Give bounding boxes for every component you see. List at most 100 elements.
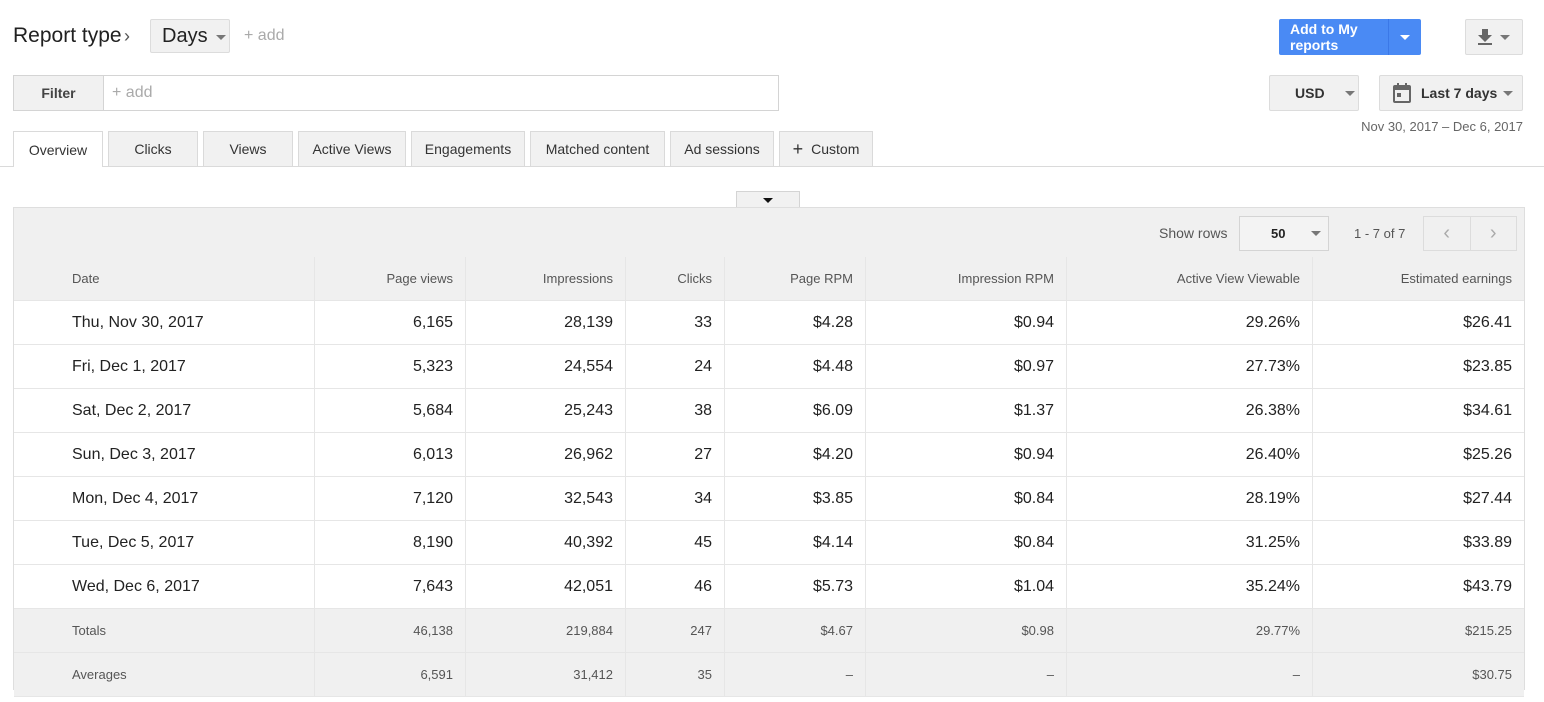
tab-label: Custom [811, 141, 860, 157]
cell-page-views: 7,120 [314, 476, 466, 521]
tab-ad-sessions[interactable]: Ad sessions [670, 131, 774, 166]
averages-cell: 31,412 [465, 652, 626, 697]
column-header-impressions[interactable]: Impressions [465, 257, 626, 301]
chevron-right-icon: › [124, 26, 130, 46]
filter-label: Filter [14, 76, 104, 110]
caret-down-icon [1503, 90, 1514, 96]
table-row: Wed, Dec 6, 2017 7,643 42,051 46 $5.73 $1.04 3… [14, 564, 1524, 609]
cell-page-rpm: $4.48 [724, 344, 866, 389]
tab-label: Active Views [312, 141, 392, 157]
cell-date: Mon, Dec 4, 2017 [14, 476, 315, 521]
cell-clicks: 46 [625, 564, 725, 609]
download-icon [1478, 29, 1492, 45]
averages-cell: 6,591 [314, 652, 466, 697]
add-to-reports-dropdown[interactable] [1389, 19, 1421, 55]
date-range-dropdown[interactable]: Last 7 days [1379, 75, 1523, 111]
add-to-reports-split-button: Add to My reports [1279, 19, 1421, 55]
cell-estimated-earnings: $23.85 [1312, 344, 1524, 389]
tab-custom[interactable]: + Custom [779, 131, 873, 166]
tab-matched-content[interactable]: Matched content [530, 131, 665, 166]
report-table-panel: Show rows 50 1 - 7 of 7 ‹ › Date Page vi… [13, 207, 1525, 697]
caret-down-icon [1311, 231, 1322, 236]
totals-cell: $0.98 [865, 608, 1067, 653]
cell-page-rpm: $4.28 [724, 300, 866, 345]
next-page-button[interactable]: › [1471, 217, 1517, 250]
cell-impressions: 40,392 [465, 520, 626, 565]
totals-cell: $215.25 [1312, 608, 1524, 653]
cell-date: Sun, Dec 3, 2017 [14, 432, 315, 477]
tab-label: Engagements [424, 141, 512, 157]
cell-impression-rpm: $0.97 [865, 344, 1067, 389]
totals-cell: 46,138 [314, 608, 466, 653]
cell-estimated-earnings: $43.79 [1312, 564, 1524, 609]
averages-cell: $30.75 [1312, 652, 1524, 697]
tab-overview[interactable]: Overview [13, 131, 103, 167]
column-header-active-view-viewable[interactable]: Active View Viewable [1066, 257, 1313, 301]
chevron-right-icon: › [1489, 222, 1497, 244]
cell-page-views: 6,165 [314, 300, 466, 345]
cell-page-rpm: $4.20 [724, 432, 866, 477]
cell-date: Wed, Dec 6, 2017 [14, 564, 315, 609]
column-header-page-rpm[interactable]: Page RPM [724, 257, 866, 301]
cell-impressions: 28,139 [465, 300, 626, 345]
caret-down-icon [1344, 90, 1355, 96]
download-button[interactable] [1465, 19, 1523, 55]
cell-page-views: 5,684 [314, 388, 466, 433]
report-table: Date Page views Impressions Clicks Page … [14, 257, 1524, 697]
chevron-left-icon: ‹ [1443, 222, 1451, 244]
table-header-row: Date Page views Impressions Clicks Page … [14, 257, 1524, 301]
cell-page-views: 6,013 [314, 432, 466, 477]
column-header-date[interactable]: Date [14, 257, 315, 301]
cell-estimated-earnings: $34.61 [1312, 388, 1524, 433]
cell-impressions: 42,051 [465, 564, 626, 609]
date-preset-label: Last 7 days [1421, 85, 1498, 101]
column-header-page-views[interactable]: Page views [314, 257, 466, 301]
dimension-dropdown[interactable]: Days [150, 19, 230, 53]
date-range-text: Nov 30, 2017 – Dec 6, 2017 [1361, 119, 1523, 134]
add-to-reports-button[interactable]: Add to My reports [1279, 19, 1389, 55]
tab-active-views[interactable]: Active Views [298, 131, 406, 166]
tab-label: Overview [28, 141, 88, 158]
totals-row: Totals 46,138 219,884 247 $4.67 $0.98 29… [14, 608, 1524, 653]
currency-dropdown[interactable]: USD [1269, 75, 1359, 111]
cell-clicks: 45 [625, 520, 725, 565]
prev-page-button[interactable]: ‹ [1424, 217, 1471, 250]
tab-label: Matched content [545, 141, 650, 157]
averages-cell: – [1066, 652, 1313, 697]
table-row: Sat, Dec 2, 2017 5,684 25,243 38 $6.09 $1.37 2… [14, 388, 1524, 433]
cell-active-view-viewable: 26.38% [1066, 388, 1313, 433]
cell-impression-rpm: $0.94 [865, 300, 1067, 345]
cell-impression-rpm: $0.84 [865, 476, 1067, 521]
totals-cell: 247 [625, 608, 725, 653]
add-dimension-link[interactable]: + add [244, 27, 284, 45]
cell-page-rpm: $3.85 [724, 476, 866, 521]
cell-impressions: 26,962 [465, 432, 626, 477]
totals-label: Totals [14, 608, 315, 653]
table-row: Mon, Dec 4, 2017 7,120 32,543 34 $3.85 $0.84 2… [14, 476, 1524, 521]
filter-input[interactable] [104, 76, 778, 110]
column-header-estimated-earnings[interactable]: Estimated earnings [1312, 257, 1524, 301]
table-row: Thu, Nov 30, 2017 6,165 28,139 33 $4.28 $0.94… [14, 300, 1524, 345]
cell-page-views: 8,190 [314, 520, 466, 565]
rows-per-page-dropdown[interactable]: 50 [1239, 216, 1329, 251]
cell-clicks: 24 [625, 344, 725, 389]
report-tabs: Overview Clicks Views Active Views Engag… [13, 131, 873, 167]
cell-impression-rpm: $1.04 [865, 564, 1067, 609]
caret-down-icon [1500, 34, 1510, 40]
tab-views[interactable]: Views [203, 131, 293, 166]
averages-cell: – [724, 652, 866, 697]
column-header-clicks[interactable]: Clicks [625, 257, 725, 301]
column-header-impression-rpm[interactable]: Impression RPM [865, 257, 1067, 301]
chart-toggle-button[interactable] [736, 191, 800, 208]
filter-bar: Filter [13, 75, 779, 111]
tab-clicks[interactable]: Clicks [108, 131, 198, 166]
cell-impression-rpm: $0.94 [865, 432, 1067, 477]
averages-label: Averages [14, 652, 315, 697]
cell-page-views: 7,643 [314, 564, 466, 609]
cell-impression-rpm: $1.37 [865, 388, 1067, 433]
cell-clicks: 33 [625, 300, 725, 345]
cell-page-rpm: $6.09 [724, 388, 866, 433]
averages-cell: 35 [625, 652, 725, 697]
cell-active-view-viewable: 29.26% [1066, 300, 1313, 345]
tab-engagements[interactable]: Engagements [411, 131, 525, 166]
